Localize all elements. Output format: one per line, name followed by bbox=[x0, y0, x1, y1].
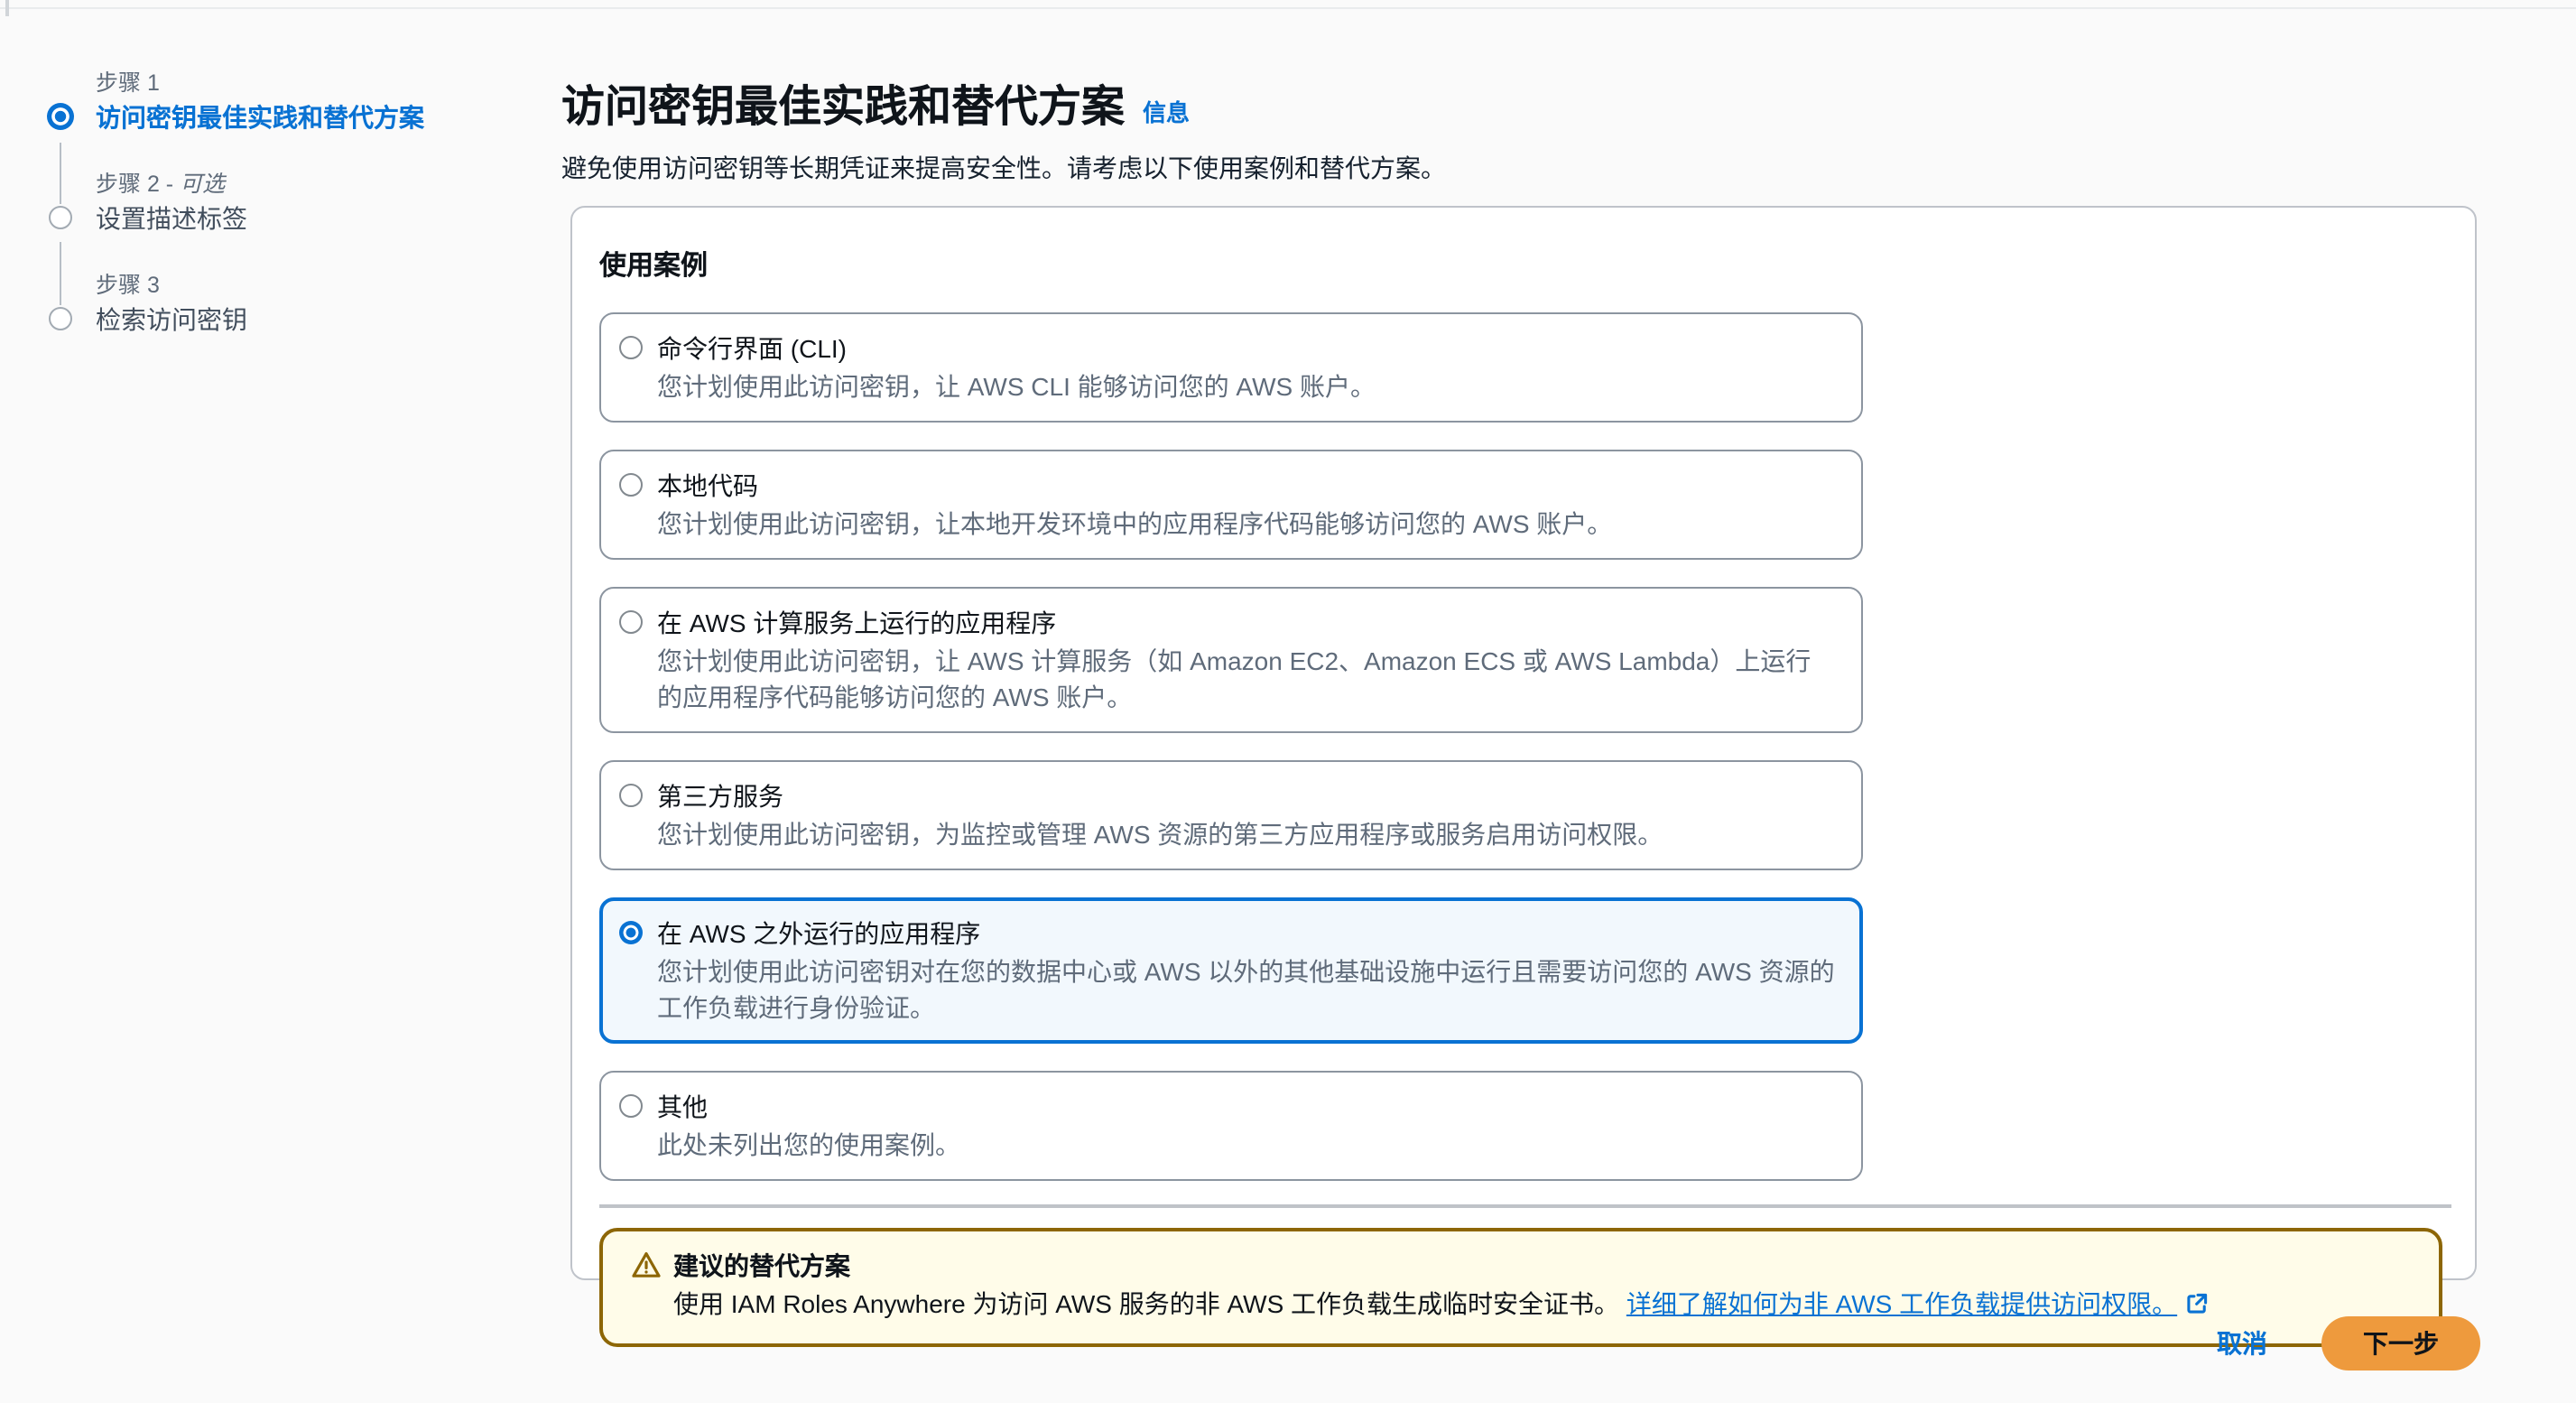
radio-unselected-icon[interactable] bbox=[619, 473, 643, 497]
option-description: 您计划使用此访问密钥，让 AWS CLI 能够访问您的 AWS 账户。 bbox=[657, 368, 1376, 404]
learn-more-link[interactable]: 详细了解如何为非 AWS 工作负载提供访问权限。 bbox=[1626, 1288, 2177, 1317]
use-case-option-third-party[interactable]: 第三方服务 您计划使用此访问密钥，为监控或管理 AWS 资源的第三方应用程序或服… bbox=[599, 760, 1863, 870]
step-2-label: 步骤 2 - 可选 bbox=[96, 170, 225, 199]
use-case-option-local-code[interactable]: 本地代码 您计划使用此访问密钥，让本地开发环境中的应用程序代码能够访问您的 AW… bbox=[599, 450, 1863, 560]
step-connector bbox=[59, 143, 61, 204]
step-1-label: 步骤 1 bbox=[96, 69, 160, 98]
step-connector bbox=[59, 242, 61, 305]
radio-unselected-icon[interactable] bbox=[619, 610, 643, 634]
alert-text: 使用 IAM Roles Anywhere 为访问 AWS 服务的非 AWS 工… bbox=[673, 1283, 2208, 1324]
section-divider bbox=[599, 1204, 2451, 1207]
step-3-radio-icon bbox=[49, 307, 72, 330]
use-case-option-aws-compute[interactable]: 在 AWS 计算服务上运行的应用程序 您计划使用此访问密钥，让 AWS 计算服务… bbox=[599, 587, 1863, 733]
external-link-icon bbox=[2186, 1285, 2208, 1324]
page-description: 避免使用访问密钥等长期凭证来提高安全性。请考虑以下使用案例和替代方案。 bbox=[561, 150, 2475, 186]
option-description: 此处未列出您的使用案例。 bbox=[657, 1127, 960, 1163]
radio-selected-icon[interactable] bbox=[619, 921, 643, 944]
step-2-title: 设置描述标签 bbox=[96, 202, 247, 237]
warning-triangle-icon bbox=[632, 1250, 661, 1287]
recommended-alternative-alert: 建议的替代方案 使用 IAM Roles Anywhere 为访问 AWS 服务… bbox=[599, 1227, 2442, 1346]
option-label: 其他 bbox=[657, 1089, 960, 1127]
use-case-section-label: 使用案例 bbox=[599, 249, 2448, 285]
create-access-key-wizard-page: 步骤 1 访问密钥最佳实践和替代方案 步骤 2 - 可选 设置描述标签 步骤 3… bbox=[0, 0, 2576, 1403]
option-description: 您计划使用此访问密钥，让 AWS 计算服务（如 Amazon EC2、Amazo… bbox=[657, 643, 1836, 715]
use-case-option-other[interactable]: 其他 此处未列出您的使用案例。 bbox=[599, 1071, 1863, 1181]
alert-title: 建议的替代方案 bbox=[673, 1247, 2208, 1283]
page-header: 访问密钥最佳实践和替代方案信息 避免使用访问密钥等长期凭证来提高安全性。请考虑以… bbox=[561, 79, 2475, 186]
screenshot-viewport: 步骤 1 访问密钥最佳实践和替代方案 步骤 2 - 可选 设置描述标签 步骤 3… bbox=[0, 0, 2576, 1403]
step-3-title: 检索访问密钥 bbox=[96, 303, 247, 338]
step-1-active-radio-icon bbox=[47, 103, 74, 130]
option-label: 在 AWS 之外运行的应用程序 bbox=[657, 915, 1836, 953]
option-description: 您计划使用此访问密钥，让本地开发环境中的应用程序代码能够访问您的 AWS 账户。 bbox=[657, 506, 1612, 542]
content-top-divider bbox=[0, 7, 2576, 9]
left-edge-divider bbox=[5, 0, 8, 16]
option-label: 本地代码 bbox=[657, 468, 1612, 506]
cancel-button[interactable]: 取消 bbox=[2217, 1316, 2267, 1370]
option-description: 您计划使用此访问密钥对在您的数据中心或 AWS 以外的其他基础设施中运行且需要访… bbox=[657, 953, 1836, 1026]
info-link[interactable]: 信息 bbox=[1143, 99, 1190, 126]
next-step-button[interactable]: 下一步 bbox=[2321, 1316, 2480, 1370]
option-label: 第三方服务 bbox=[657, 778, 1663, 816]
page-title: 访问密钥最佳实践和替代方案 bbox=[561, 83, 1125, 132]
radio-unselected-icon[interactable] bbox=[619, 784, 643, 807]
option-label: 命令行界面 (CLI) bbox=[657, 330, 1376, 368]
option-description: 您计划使用此访问密钥，为监控或管理 AWS 资源的第三方应用程序或服务启用访问权… bbox=[657, 816, 1663, 852]
step-2-radio-icon bbox=[49, 206, 72, 229]
radio-unselected-icon[interactable] bbox=[619, 336, 643, 359]
use-case-option-cli[interactable]: 命令行界面 (CLI) 您计划使用此访问密钥，让 AWS CLI 能够访问您的 … bbox=[599, 312, 1863, 423]
step-1-title: 访问密钥最佳实践和替代方案 bbox=[96, 101, 424, 135]
option-label: 在 AWS 计算服务上运行的应用程序 bbox=[657, 605, 1836, 643]
radio-unselected-icon[interactable] bbox=[619, 1094, 643, 1118]
use-case-card: 使用案例 命令行界面 (CLI) 您计划使用此访问密钥，让 AWS CLI 能够… bbox=[570, 206, 2477, 1280]
use-case-option-outside-aws[interactable]: 在 AWS 之外运行的应用程序 您计划使用此访问密钥对在您的数据中心或 AWS … bbox=[599, 897, 1863, 1044]
step-3-label: 步骤 3 bbox=[96, 271, 160, 300]
